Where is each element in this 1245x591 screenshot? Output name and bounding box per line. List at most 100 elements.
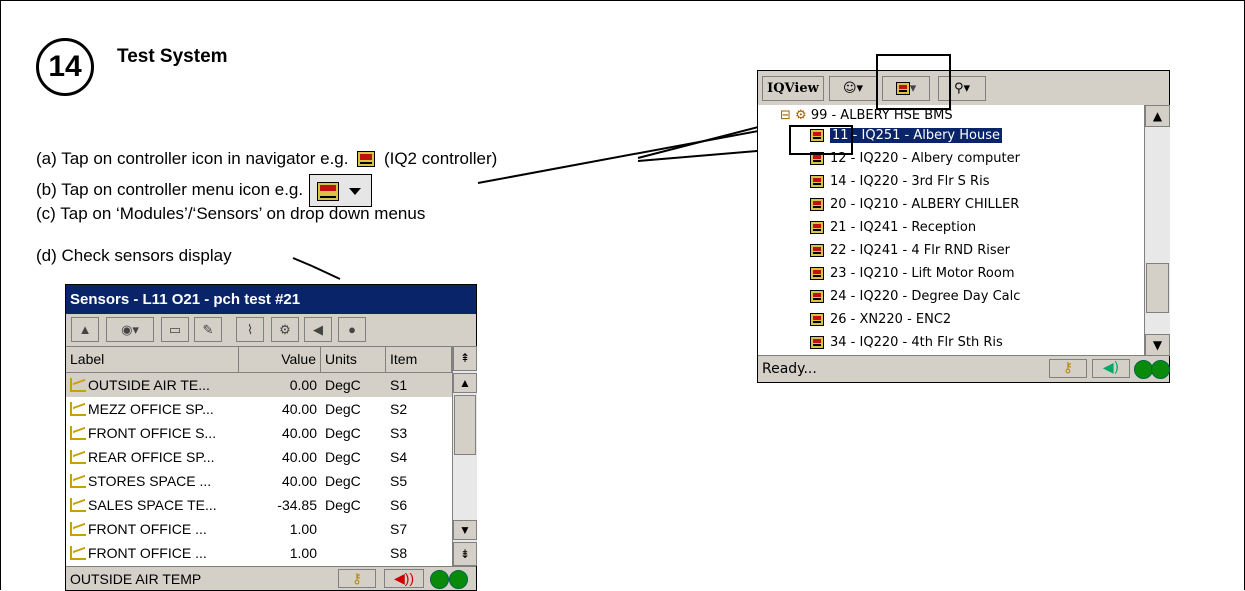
trend-icon <box>70 546 86 560</box>
status-led-icon <box>1151 360 1170 379</box>
row-item: S3 <box>390 425 408 441</box>
controller-menu-highlight <box>876 54 951 110</box>
trend-icon <box>70 498 86 512</box>
column-item[interactable]: Item <box>386 347 452 372</box>
row-label: FRONT OFFICE ... <box>88 521 207 537</box>
row-label: STORES SPACE ... <box>88 473 212 489</box>
key-icon[interactable]: ⚷ <box>1049 359 1087 378</box>
scroll-top-button[interactable]: ⇞ <box>453 346 477 371</box>
row-units: DegC <box>325 473 361 489</box>
home-tool-button[interactable]: ▲ <box>71 317 99 342</box>
controller-icon <box>810 198 824 211</box>
tree-item-label: 26 - XN220 - ENC2 <box>830 312 952 327</box>
row-label: OUTSIDE AIR TE... <box>88 377 210 393</box>
row-item: S1 <box>390 377 408 393</box>
table-row[interactable]: OUTSIDE AIR TE... 0.00 DegC S1 <box>66 373 452 397</box>
row-item: S4 <box>390 449 408 465</box>
controller-icon <box>810 336 824 349</box>
row-units: DegC <box>325 401 361 417</box>
navigator-window: IQView ☺▾ ▾ ⚲▾ ⊟ ⚙ 99 - ALBERY HSE BMS 1… <box>757 70 1170 383</box>
column-units[interactable]: Units <box>321 347 386 372</box>
column-label[interactable]: Label <box>66 347 239 372</box>
tree-item-label: 11 - IQ251 - Albery House <box>830 128 1002 143</box>
tree-item-label: 23 - IQ210 - Lift Motor Room <box>830 266 1015 281</box>
table-row[interactable]: REAR OFFICE SP... 40.00 DegC S4 <box>66 445 452 469</box>
speaker-button[interactable]: ◀ <box>304 317 332 342</box>
table-row[interactable]: MEZZ OFFICE SP... 40.00 DegC S2 <box>66 397 452 421</box>
scroll-up-button[interactable]: ▲ <box>453 373 477 393</box>
speaker-icon[interactable]: ◀) <box>1092 359 1130 378</box>
status-led-icon <box>449 570 468 589</box>
sensors-window: Sensors - L11 O21 - pch test #21 ▲ ◉▾ ▭ … <box>65 284 477 591</box>
tree-item-label: 22 - IQ241 - 4 Flr RND Riser <box>830 243 1010 258</box>
tree-item-label: 20 - IQ210 - ALBERY CHILLER <box>830 197 1020 212</box>
controller-icon <box>810 313 824 326</box>
row-item: S5 <box>390 473 408 489</box>
folder-button[interactable]: ▭ <box>161 317 189 342</box>
table-row[interactable]: SALES SPACE TE... -34.85 DegC S6 <box>66 493 452 517</box>
tree-item[interactable]: 20 - IQ210 - ALBERY CHILLER <box>810 194 1019 216</box>
row-label: FRONT OFFICE ... <box>88 545 207 561</box>
row-value: 40.00 <box>281 449 317 465</box>
scroll-thumb[interactable] <box>454 395 476 455</box>
table-row[interactable]: FRONT OFFICE S... 40.00 DegC S3 <box>66 421 452 445</box>
tree-item-label: 24 - IQ220 - Degree Day Calc <box>830 289 1021 304</box>
status-led-icon <box>430 570 449 589</box>
graph-button[interactable]: ⌇ <box>236 317 264 342</box>
table-row[interactable]: FRONT OFFICE ... 1.00 S8 <box>66 541 452 565</box>
tree-item[interactable]: 24 - IQ220 - Degree Day Calc <box>810 286 1020 308</box>
row-label: MEZZ OFFICE SP... <box>88 401 214 417</box>
navigator-scrollbar[interactable]: ▲ ▼ <box>1144 105 1170 356</box>
site-menu-button[interactable]: ☺▾ <box>829 76 877 101</box>
trend-icon <box>70 474 86 488</box>
row-value: 0.00 <box>289 377 317 393</box>
row-label: SALES SPACE TE... <box>88 497 217 513</box>
scroll-bottom-button[interactable]: ⇟ <box>453 542 477 566</box>
tree-item[interactable]: 22 - IQ241 - 4 Flr RND Riser <box>810 240 1010 262</box>
controller-icon <box>810 267 824 280</box>
sensors-title-bar: Sensors - L11 O21 - pch test #21 <box>66 285 476 314</box>
wrench-button[interactable]: ✎ <box>194 317 222 342</box>
tree-item[interactable]: 21 - IQ241 - Reception <box>810 217 976 239</box>
iqview-button[interactable]: IQView <box>762 76 824 101</box>
tree-item[interactable]: 34 - IQ220 - 4th Flr Sth Ris <box>810 332 1003 354</box>
table-row[interactable]: STORES SPACE ... 40.00 DegC S5 <box>66 469 452 493</box>
column-value[interactable]: Value <box>239 347 321 372</box>
network-button[interactable]: ⚙ <box>271 317 299 342</box>
controller-icon <box>810 244 824 257</box>
row-units: DegC <box>325 449 361 465</box>
scroll-thumb[interactable] <box>1146 263 1169 313</box>
controller-item-highlight <box>789 125 853 155</box>
sensors-table: Label Value Units Item OUTSIDE AIR TE...… <box>66 346 452 567</box>
row-item: S8 <box>390 545 408 561</box>
trend-icon <box>70 522 86 536</box>
tree-root-label: 99 - ALBERY HSE BMS <box>810 108 953 123</box>
key-icon[interactable]: ⚷ <box>338 569 376 588</box>
navigator-status-bar: Ready... ⚷ ◀) <box>758 355 1170 382</box>
bomb-button[interactable]: ● <box>338 317 366 342</box>
controller-menu-button[interactable]: ◉▾ <box>106 317 154 342</box>
speaker-alarm-icon[interactable]: ◀)) <box>384 569 424 588</box>
scroll-down-button[interactable]: ▼ <box>453 520 477 540</box>
trend-icon <box>70 402 86 416</box>
row-value: 40.00 <box>281 425 317 441</box>
tree-item[interactable]: 23 - IQ210 - Lift Motor Room <box>810 263 1014 285</box>
table-header: Label Value Units Item <box>66 347 452 373</box>
navigator-toolbar: IQView ☺▾ ▾ ⚲▾ <box>758 71 1169 105</box>
sensors-toolbar: ▲ ◉▾ ▭ ✎ ⌇ ⚙ ◀ ● <box>66 314 476 346</box>
status-text: Ready... <box>762 361 817 377</box>
row-units: DegC <box>325 497 361 513</box>
row-units <box>321 517 386 541</box>
row-item: S2 <box>390 401 408 417</box>
sensors-scrollbar[interactable]: ⇞ ▲ ▼ ⇟ <box>452 346 477 566</box>
tree-item[interactable]: 14 - IQ220 - 3rd Flr S Ris <box>810 171 989 193</box>
scroll-up-button[interactable]: ▲ <box>1145 105 1170 127</box>
tree-item[interactable]: 26 - XN220 - ENC2 <box>810 309 951 331</box>
row-item: S7 <box>390 521 408 537</box>
row-label: REAR OFFICE SP... <box>88 449 215 465</box>
row-value: 1.00 <box>289 545 317 561</box>
scroll-down-button[interactable]: ▼ <box>1145 334 1170 356</box>
table-row[interactable]: FRONT OFFICE ... 1.00 S7 <box>66 517 452 541</box>
trend-icon <box>70 378 86 392</box>
row-value: -34.85 <box>277 497 317 513</box>
